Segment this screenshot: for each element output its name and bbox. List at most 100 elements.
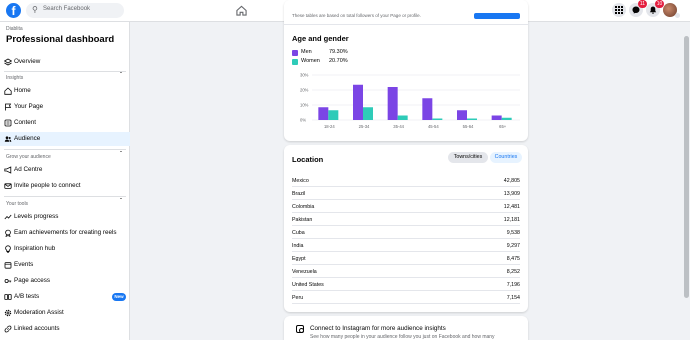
home-icon bbox=[4, 87, 12, 95]
location-row: Colombia 12,481 bbox=[292, 200, 520, 213]
legend-percent: 20.70% bbox=[329, 58, 348, 64]
search-placeholder: Search Facebook bbox=[43, 6, 91, 12]
sidebar-item-events[interactable]: Events bbox=[0, 258, 130, 272]
scrollbar[interactable] bbox=[684, 36, 689, 298]
legend-swatch bbox=[292, 59, 298, 65]
location-title: Location bbox=[292, 155, 324, 164]
tab-countries[interactable]: Countries bbox=[490, 152, 522, 163]
location-card: Location Towns/cities Countries Mexico 42… bbox=[284, 145, 528, 312]
sidebar-item-label: Content bbox=[14, 119, 37, 126]
sidebar-item-levels[interactable]: Levels progress bbox=[0, 210, 130, 224]
location-name: United States bbox=[292, 282, 324, 288]
sidebar-item-page-access[interactable]: Page access bbox=[0, 274, 130, 288]
search-icon: ⚲ bbox=[32, 5, 38, 14]
people-icon bbox=[4, 136, 12, 142]
sidebar-item-label: Linked accounts bbox=[14, 325, 60, 332]
menu-button[interactable] bbox=[612, 3, 626, 17]
content-icon bbox=[4, 119, 12, 127]
sidebar-item-label: Home bbox=[14, 87, 31, 94]
instagram-title: Connect to Instagram for more audience i… bbox=[310, 325, 446, 332]
notifications-button[interactable]: 10 bbox=[646, 0, 664, 17]
bar-women[interactable] bbox=[397, 115, 408, 121]
tab-towns-cities[interactable]: Towns/cities bbox=[448, 152, 488, 163]
sidebar-item-linked-accounts[interactable]: Linked accounts bbox=[0, 322, 130, 336]
location-name: India bbox=[292, 243, 304, 249]
y-tick-label: 10% bbox=[300, 103, 309, 108]
legend-name: Men bbox=[301, 49, 312, 55]
sidebar-item-content[interactable]: Content bbox=[0, 116, 130, 130]
location-value: 12,481 bbox=[503, 204, 520, 210]
dashboard-title: Professional dashboard bbox=[6, 34, 115, 45]
sidebar-item-label: Earn achievements for creating reels bbox=[14, 229, 117, 236]
facebook-logo[interactable]: f bbox=[6, 3, 21, 18]
search-input[interactable]: ⚲ Search Facebook bbox=[26, 3, 124, 18]
location-row: Cuba 9,538 bbox=[292, 226, 520, 239]
location-value: 7,154 bbox=[506, 295, 520, 301]
x-tick-label: 35-44 bbox=[393, 124, 404, 129]
legend-name: Women bbox=[301, 58, 320, 64]
location-row: Peru 7,154 bbox=[292, 291, 520, 304]
sidebar-item-your-page[interactable]: Your Page bbox=[0, 100, 130, 114]
sidebar-item-ad-centre[interactable]: Ad Centre bbox=[0, 163, 130, 177]
location-name: Egypt bbox=[292, 256, 306, 262]
sidebar-item-inspiration[interactable]: Inspiration hub bbox=[0, 242, 130, 256]
sidebar-item-label: Invite people to connect bbox=[14, 182, 81, 189]
badge-icon bbox=[5, 229, 11, 237]
section-insights: Insights bbox=[6, 75, 24, 81]
action-button[interactable] bbox=[474, 13, 520, 19]
x-tick-label: 18-24 bbox=[324, 124, 335, 129]
bar-men[interactable] bbox=[491, 115, 502, 121]
instagram-subtitle: See how many people in your audience fol… bbox=[310, 334, 495, 340]
bar-women[interactable] bbox=[432, 118, 443, 121]
instagram-card[interactable]: Connect to Instagram for more audience i… bbox=[284, 316, 528, 340]
x-tick-label: 65+ bbox=[499, 124, 507, 129]
table-note: These tables are based on total follower… bbox=[292, 13, 421, 18]
sidebar-item-achievements[interactable]: Earn achievements for creating reels bbox=[0, 226, 130, 240]
divider bbox=[4, 149, 126, 150]
chevron-up-icon[interactable]: ˆ bbox=[120, 73, 122, 79]
location-value: 8,475 bbox=[506, 256, 520, 262]
x-tick-label: 25-34 bbox=[359, 124, 370, 129]
sidebar-item-moderation[interactable]: Moderation Assist bbox=[0, 306, 130, 320]
bar-women[interactable] bbox=[501, 117, 512, 120]
bar-men[interactable] bbox=[387, 87, 398, 120]
sidebar-item-home[interactable]: Home bbox=[0, 84, 130, 98]
account-chevron-icon[interactable] bbox=[675, 13, 680, 18]
location-value: 12,181 bbox=[503, 217, 520, 223]
location-row: India 9,297 bbox=[292, 239, 520, 252]
sidebar-item-label: Levels progress bbox=[14, 213, 59, 220]
bar-men[interactable] bbox=[422, 98, 433, 120]
sidebar-item-overview[interactable]: Overview bbox=[0, 55, 130, 69]
bar-women[interactable] bbox=[328, 110, 339, 120]
sidebar-item-label: Your Page bbox=[14, 103, 44, 110]
bar-men[interactable] bbox=[318, 107, 329, 120]
bar-women[interactable] bbox=[363, 107, 373, 120]
sidebar-item-label: Inspiration hub bbox=[14, 245, 56, 252]
messenger-button[interactable]: 11 bbox=[629, 0, 647, 17]
location-name: Mexico bbox=[292, 178, 309, 184]
location-value: 7,196 bbox=[506, 282, 520, 288]
x-tick-label: 45-54 bbox=[428, 124, 439, 129]
sidebar-item-invite[interactable]: Invite people to connect bbox=[0, 179, 130, 193]
divider bbox=[4, 71, 126, 72]
location-value: 9,297 bbox=[506, 243, 520, 249]
gear-icon bbox=[4, 309, 12, 317]
nav-home[interactable] bbox=[224, 2, 260, 20]
link-icon bbox=[4, 325, 12, 333]
location-name: Venezuela bbox=[292, 269, 317, 275]
sidebar-item-audience[interactable]: Audience bbox=[0, 132, 130, 146]
section-tools: Your tools bbox=[6, 201, 29, 207]
sidebar: Diablita Professional dashboard Overview… bbox=[0, 22, 130, 340]
envelope-icon bbox=[4, 183, 12, 189]
location-name: Brazil bbox=[292, 191, 306, 197]
x-tick-label: 55-64 bbox=[463, 124, 474, 129]
sidebar-item-ab-tests[interactable]: A/B tests New bbox=[0, 290, 130, 304]
bar-men[interactable] bbox=[457, 110, 467, 120]
chevron-up-icon[interactable]: ˆ bbox=[120, 152, 122, 158]
grid-menu-icon bbox=[615, 6, 623, 14]
bar-men[interactable] bbox=[353, 84, 363, 120]
key-icon bbox=[4, 279, 12, 284]
bar-women[interactable] bbox=[467, 118, 477, 121]
age-gender-title: Age and gender bbox=[292, 34, 349, 43]
chevron-up-icon[interactable]: ˆ bbox=[120, 199, 122, 205]
